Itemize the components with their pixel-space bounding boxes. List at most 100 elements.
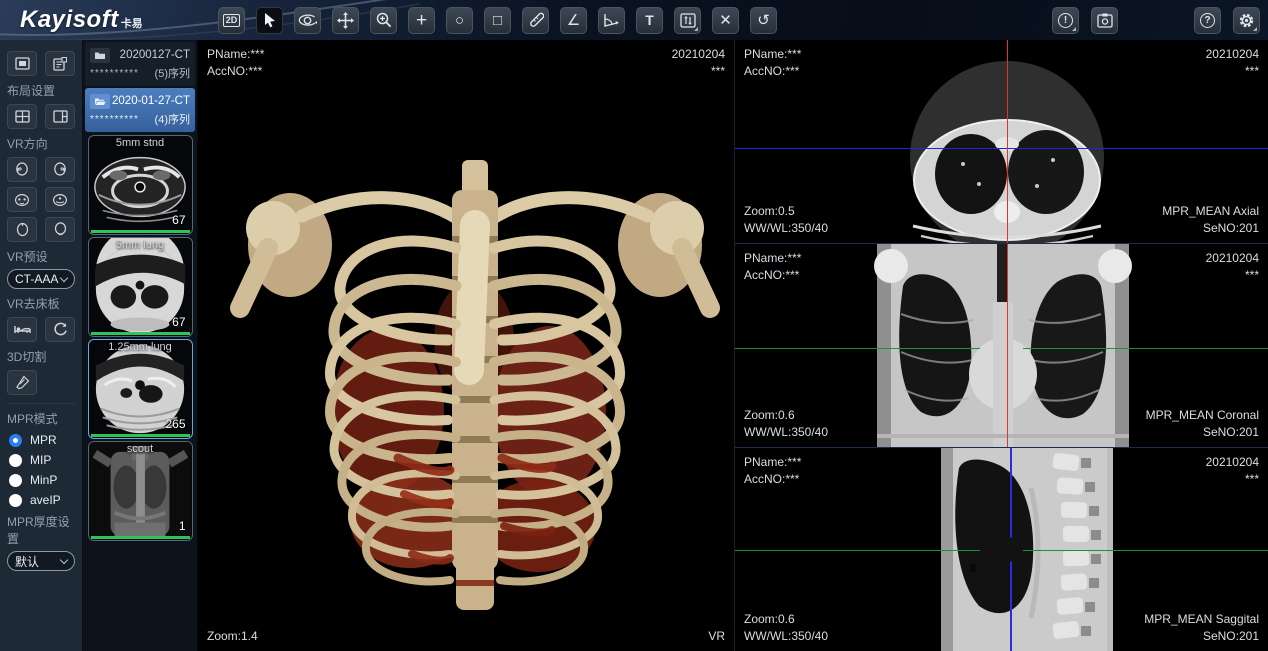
vr-mode-label: VR <box>708 628 725 645</box>
mpr-sagittal-viewport[interactable]: PName:*** AccNO:*** 20210204 *** Zoom:0.… <box>735 448 1268 651</box>
reset-icon: ↺ <box>757 13 770 28</box>
head-back-icon <box>52 193 68 207</box>
head-left-icon <box>15 162 29 177</box>
mpr-coronal-viewport[interactable]: PName:*** AccNO:*** 20210204 *** Zoom:0.… <box>735 244 1268 448</box>
radio-label: MIP <box>30 453 51 467</box>
scout-preview-image <box>89 442 192 540</box>
vr-head-left-button[interactable] <box>7 157 37 182</box>
coronal-pname: PName:*** <box>744 250 801 267</box>
head-right-icon <box>53 162 67 177</box>
axial-pname: PName:*** <box>744 46 801 63</box>
window-level-icon <box>680 13 696 28</box>
vr-preset-label: VR预设 <box>7 248 75 265</box>
coronal-crosshair-vertical-red[interactable] <box>1007 244 1009 447</box>
coronal-wwwl-value: WW/WL:350/40 <box>744 424 828 441</box>
series-date: 20200127-CT <box>120 49 190 61</box>
zoom-in-button[interactable] <box>370 7 397 34</box>
axial-study-date: 20210204 <box>1206 46 1259 63</box>
capture-icon <box>1097 13 1113 28</box>
vr-preset-dropdown[interactable]: CT-AAA <box>7 269 75 289</box>
help-button[interactable]: ? <box>1194 7 1221 34</box>
layout-single-button[interactable] <box>7 51 37 76</box>
radio-label: MPR <box>30 433 57 447</box>
mpr-thickness-dropdown[interactable]: 默认 <box>7 551 75 571</box>
sagittal-series-overlay: MPR_MEAN Saggital SeNO:201 <box>1144 611 1259 645</box>
capture-save-button[interactable] <box>1091 7 1118 34</box>
vr-viewport[interactable]: PName:*** AccNO:*** 20210204 *** Zoom:1.… <box>198 40 735 651</box>
coronal-crosshair-horizontal-green[interactable] <box>735 348 1268 350</box>
pan-tool-button[interactable] <box>332 7 359 34</box>
bed-icon <box>14 323 31 336</box>
coronal-patient-info-overlay: PName:*** AccNO:*** <box>744 250 801 284</box>
cobb-angle-button[interactable] <box>598 7 625 34</box>
alert-report-button[interactable]: ! <box>1052 7 1079 34</box>
sagittal-patient-info-overlay: PName:*** AccNO:*** <box>744 454 801 488</box>
layout-report-icon <box>53 57 67 71</box>
vr-head-right-button[interactable] <box>45 157 75 182</box>
series-item-2-selected[interactable]: 2020-01-27-CT ********** (4)序列 <box>85 88 195 132</box>
toolbar-right-group-1: ! <box>1052 7 1118 34</box>
delete-x-icon: ✕ <box>719 13 732 28</box>
layout-report-button[interactable] <box>45 51 75 76</box>
rotate-3d-icon <box>298 12 317 29</box>
layout-grid-2x2-button[interactable] <box>7 104 37 129</box>
head-bottom-icon <box>54 222 67 237</box>
radio-unselected-icon <box>9 454 22 467</box>
sagittal-crosshair-vertical-blue[interactable] <box>1010 448 1012 651</box>
remove-bed-button[interactable] <box>7 317 37 342</box>
crosshair-locate-button[interactable]: + <box>408 7 435 34</box>
thumbnail-5mm-lung[interactable]: 5mm lung 67 <box>88 237 193 337</box>
app-logo-cn: 卡易 <box>121 15 143 31</box>
coronal-study-masked: *** <box>1206 267 1259 284</box>
view-2d-button[interactable]: 2D <box>218 7 245 34</box>
series-patient-masked: ********** <box>90 68 139 79</box>
vr-head-top-button[interactable] <box>7 217 37 242</box>
cursor-tool-button[interactable] <box>256 7 283 34</box>
layout-split-1-2-button[interactable] <box>45 104 75 129</box>
vr-head-back-button[interactable] <box>45 187 75 212</box>
pan-icon <box>337 12 354 29</box>
vr-head-bottom-button[interactable] <box>45 217 75 242</box>
thumbnail-progress-bar <box>91 230 190 233</box>
mpr-mode-option-mpr[interactable]: MPR <box>9 433 73 447</box>
axial-crosshair-vertical-red[interactable] <box>1007 40 1009 243</box>
scalpel-icon <box>15 375 30 390</box>
mpr-column: PName:*** AccNO:*** 20210204 *** Zoom:0.… <box>735 40 1268 651</box>
vr-mode-overlay: VR <box>708 628 725 645</box>
mpr-mode-option-aveip[interactable]: aveIP <box>9 493 73 507</box>
mpr-mode-option-mip[interactable]: MIP <box>9 453 73 467</box>
radio-unselected-icon <box>9 474 22 487</box>
ruler-measure-button[interactable] <box>522 7 549 34</box>
scalpel-3d-cut-button[interactable] <box>7 370 37 395</box>
head-top-icon <box>16 222 29 237</box>
folder-closed-icon <box>90 48 110 63</box>
delete-annotation-button[interactable]: ✕ <box>712 7 739 34</box>
coronal-study-date-overlay: 20210204 *** <box>1206 250 1259 284</box>
thumbnail-5mm-stnd[interactable]: 5mm stnd 67 <box>88 135 193 235</box>
axial-study-date-overlay: 20210204 *** <box>1206 46 1259 80</box>
rect-roi-button[interactable]: □ <box>484 7 511 34</box>
text-annotation-button[interactable]: T <box>636 7 663 34</box>
axial-patient-info-overlay: PName:*** AccNO:*** <box>744 46 801 80</box>
axial-accno: AccNO:*** <box>744 63 801 80</box>
thumbnail-1-25mm-lung-selected[interactable]: 1.25mm lung 265 <box>88 339 193 439</box>
thumbnail-label: 5mm stnd <box>89 137 192 149</box>
thumbnail-scout[interactable]: scout 1 <box>88 441 193 541</box>
settings-button[interactable] <box>1233 7 1260 34</box>
mpr-mode-option-minp[interactable]: MinP <box>9 473 73 487</box>
vr-head-front-button[interactable] <box>7 187 37 212</box>
restore-bed-button[interactable] <box>45 317 75 342</box>
text-tool-icon: T <box>645 13 654 27</box>
mpr-axial-viewport[interactable]: PName:*** AccNO:*** 20210204 *** Zoom:0.… <box>735 40 1268 244</box>
axial-crosshair-horizontal-blue[interactable] <box>735 148 1268 150</box>
series-count: (5)序列 <box>155 65 190 81</box>
sidebar-divider <box>7 403 75 404</box>
reset-view-button[interactable]: ↺ <box>750 7 777 34</box>
angle-measure-button[interactable]: ∠ <box>560 7 587 34</box>
ellipse-icon: ○ <box>455 13 464 28</box>
window-level-button[interactable] <box>674 7 701 34</box>
series-item-1[interactable]: 20200127-CT ********** (5)序列 <box>85 42 195 86</box>
ellipse-roi-button[interactable]: ○ <box>446 7 473 34</box>
sagittal-crosshair-horizontal-green[interactable] <box>735 550 1268 552</box>
rotate-3d-button[interactable] <box>294 7 321 34</box>
